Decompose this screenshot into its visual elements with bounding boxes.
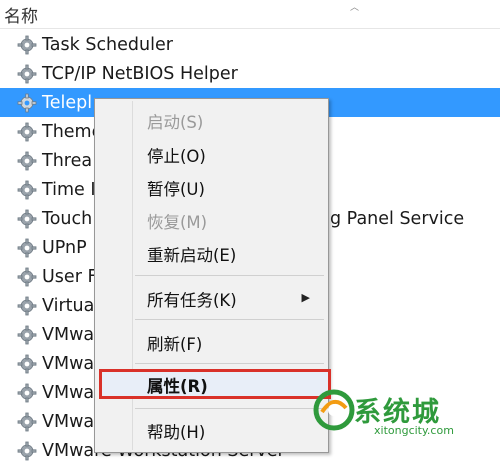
gear-icon — [16, 150, 38, 172]
service-name: Virtua — [42, 295, 95, 316]
menu-item-pause[interactable]: 暂停(U) — [147, 176, 205, 200]
gear-icon — [16, 440, 38, 462]
gear-icon — [16, 382, 38, 404]
gear-icon — [16, 34, 38, 56]
gear-icon — [16, 237, 38, 259]
menu-item-stop[interactable]: 停止(O) — [147, 143, 206, 167]
context-menu: 启动(S) 停止(O) 暂停(U) 恢复(M) 重新启动(E) 所有任务(K) … — [94, 98, 331, 453]
watermark-swirl-icon — [313, 389, 355, 431]
gear-icon — [16, 92, 38, 114]
service-name: Threa — [42, 150, 93, 171]
menu-separator — [135, 319, 324, 320]
service-name: User F — [42, 266, 98, 287]
column-title-name: 名称 — [4, 7, 38, 27]
submenu-arrow-icon: ▶ — [301, 291, 310, 304]
gear-icon — [16, 121, 38, 143]
service-name: Time I — [42, 179, 96, 200]
menu-item-restart[interactable]: 重新启动(E) — [147, 242, 236, 266]
gear-icon — [16, 411, 38, 433]
menu-item-all-tasks[interactable]: 所有任务(K) — [147, 287, 237, 311]
service-name-tail: g Panel Service — [330, 208, 465, 229]
service-name: Touch — [42, 208, 93, 229]
menu-item-properties[interactable]: 属性(R) — [147, 373, 208, 397]
menu-item-help[interactable]: 帮助(H) — [147, 419, 205, 443]
service-name: VMwa — [42, 353, 95, 374]
gear-icon — [16, 324, 38, 346]
service-name: VMwa — [42, 411, 95, 432]
watermark-site: xitongcity.com — [374, 424, 454, 437]
menu-separator — [135, 363, 324, 364]
service-name: VMwa — [42, 382, 95, 403]
gear-icon — [16, 179, 38, 201]
service-name: TCP/IP NetBIOS Helper — [42, 63, 238, 84]
service-name: UPnP — [42, 237, 87, 258]
service-name: Telepl — [42, 92, 93, 113]
menu-separator — [135, 275, 324, 276]
menu-separator — [135, 408, 324, 409]
menu-item-refresh[interactable]: 刷新(F) — [147, 331, 202, 355]
menu-item-resume[interactable]: 恢复(M) — [147, 209, 207, 233]
gear-icon — [16, 208, 38, 230]
service-name: Task Scheduler — [42, 34, 173, 55]
gear-icon — [16, 295, 38, 317]
gear-icon — [16, 266, 38, 288]
sort-arrow-icon: ︿ — [350, 3, 360, 13]
menu-item-start[interactable]: 启动(S) — [147, 109, 203, 133]
watermark-logo: 系统城 xitongcity.com — [312, 384, 492, 444]
gear-icon — [16, 353, 38, 375]
highlight-box — [99, 369, 331, 399]
gear-icon — [16, 63, 38, 85]
list-item[interactable]: Task Scheduler — [0, 30, 500, 59]
service-name: VMwa — [42, 324, 95, 345]
column-header[interactable]: 名称 ︿ — [0, 0, 500, 29]
list-item[interactable]: TCP/IP NetBIOS Helper — [0, 59, 500, 88]
